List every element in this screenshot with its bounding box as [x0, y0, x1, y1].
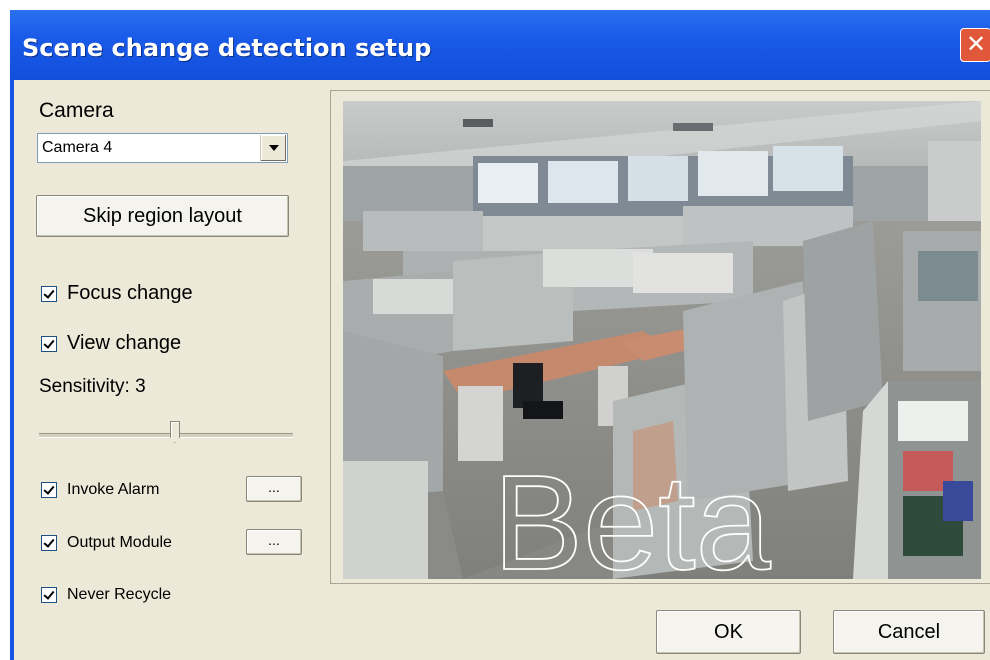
camera-preview-image: Beta: [343, 101, 981, 579]
view-change-row[interactable]: View change: [41, 332, 181, 355]
chevron-down-icon[interactable]: [260, 135, 286, 161]
focus-change-label: Focus change: [67, 282, 193, 304]
invoke-alarm-checkbox[interactable]: [41, 482, 57, 498]
sensitivity-slider-thumb[interactable]: [170, 421, 180, 443]
view-change-checkbox[interactable]: [41, 335, 57, 352]
output-module-settings-button[interactable]: ...: [246, 529, 302, 555]
sensitivity-label: Sensitivity: 3: [39, 376, 146, 397]
output-module-checkbox[interactable]: [41, 535, 57, 551]
dialog-body: Camera Camera 4 Skip region layout Focus…: [14, 80, 990, 660]
focus-change-checkbox[interactable]: [41, 285, 57, 302]
close-icon: ✕: [965, 30, 987, 58]
sensitivity-slider-track[interactable]: [39, 433, 293, 438]
dialog-title: Scene change detection setup: [22, 34, 432, 62]
camera-preview-frame: Beta: [330, 90, 990, 584]
never-recycle-row[interactable]: Never Recycle: [41, 586, 171, 604]
cancel-button[interactable]: Cancel: [833, 610, 985, 654]
focus-change-row[interactable]: Focus change: [41, 282, 193, 305]
never-recycle-checkbox[interactable]: [41, 587, 57, 603]
office-scene: Beta: [343, 101, 981, 579]
invoke-alarm-settings-button[interactable]: ...: [246, 476, 302, 502]
skip-region-layout-button[interactable]: Skip region layout: [36, 195, 289, 237]
invoke-alarm-row[interactable]: Invoke Alarm: [41, 481, 159, 499]
dialog-window: Scene change detection setup ✕ Camera Ca…: [10, 10, 990, 660]
camera-label: Camera: [39, 99, 114, 122]
output-module-label: Output Module: [67, 534, 172, 551]
close-button[interactable]: ✕: [960, 28, 990, 62]
camera-select-value: Camera 4: [42, 139, 113, 156]
beta-watermark: Beta: [493, 447, 772, 579]
output-module-row[interactable]: Output Module: [41, 534, 172, 552]
invoke-alarm-label: Invoke Alarm: [67, 481, 160, 498]
title-bar[interactable]: Scene change detection setup ✕: [10, 10, 990, 80]
camera-select[interactable]: Camera 4: [37, 133, 288, 163]
ok-button[interactable]: OK: [656, 610, 801, 654]
view-change-label: View change: [67, 332, 182, 354]
never-recycle-label: Never Recycle: [67, 586, 172, 603]
